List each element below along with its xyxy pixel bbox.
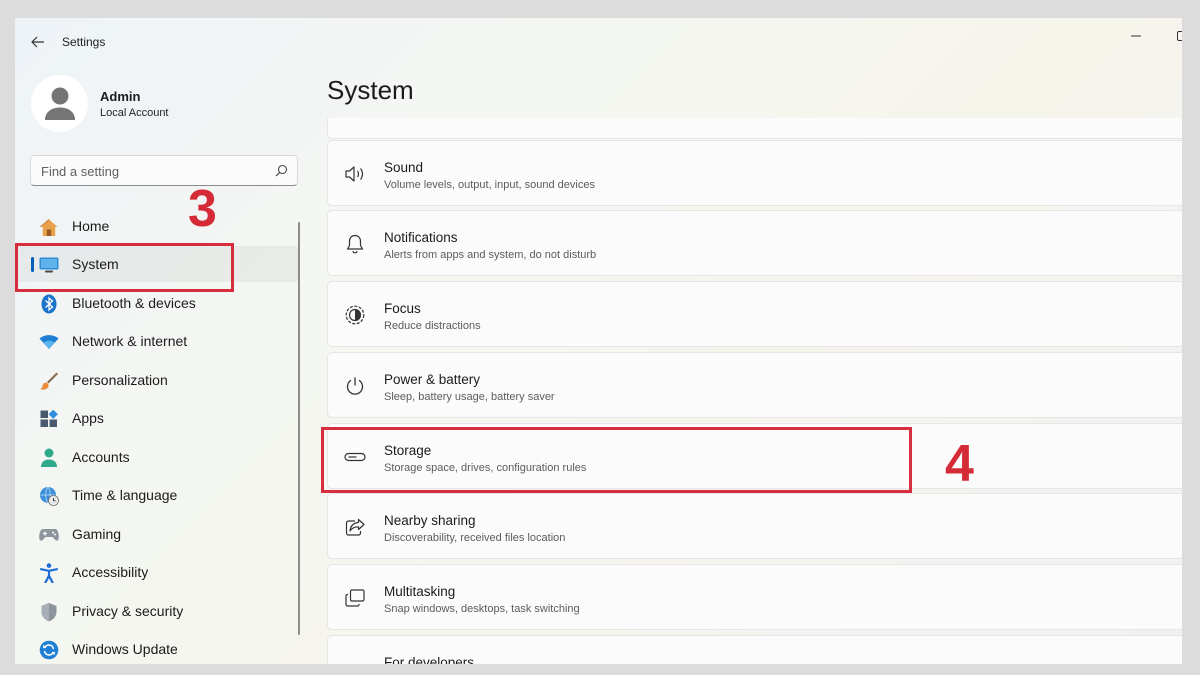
card-title: For developers [384, 655, 475, 664]
sidebar-item-label: Accessibility [72, 564, 149, 580]
sidebar-item-label: Bluetooth & devices [72, 295, 196, 311]
card-subtitle: Reduce distractions [384, 320, 481, 332]
settings-card-focus[interactable]: Focus Reduce distractions [327, 281, 1182, 347]
sidebar-item-label: Apps [72, 410, 104, 426]
card-title: Notifications [384, 230, 458, 245]
shield-icon [39, 602, 59, 622]
card-subtitle: Sleep, battery usage, battery saver [384, 391, 555, 403]
highlight-box-storage [321, 427, 912, 493]
gamepad-icon [39, 525, 59, 545]
window-title: Settings [62, 35, 106, 49]
card-title: Nearby sharing [384, 513, 476, 528]
bluetooth-icon [39, 294, 59, 314]
home-icon [39, 217, 59, 237]
card-title: Multitasking [384, 584, 456, 599]
search-icon[interactable] [275, 164, 288, 177]
share-icon [344, 516, 366, 538]
highlight-box-system [15, 243, 234, 292]
settings-card-partial[interactable] [327, 118, 1182, 139]
back-arrow-icon [31, 36, 44, 48]
card-subtitle: Discoverability, received files location [384, 532, 566, 544]
settings-card-nearby-sharing[interactable]: Nearby sharing Discoverability, received… [327, 493, 1182, 559]
back-button[interactable] [27, 31, 49, 53]
sidebar-item-label: Home [72, 218, 110, 234]
minimize-icon [1131, 35, 1141, 37]
sidebar-item-personalization[interactable]: Personalization [15, 362, 299, 398]
step-number-3: 3 [188, 180, 217, 238]
update-icon [39, 640, 59, 660]
page-title: System [327, 75, 414, 105]
maximize-button[interactable] [1167, 24, 1182, 48]
apps-icon [39, 409, 59, 429]
account-type: Local Account [100, 107, 169, 119]
sidebar-item-label: Privacy & security [72, 603, 184, 619]
wifi-icon [39, 332, 59, 352]
sidebar-item-label: Network & internet [72, 333, 188, 349]
card-subtitle: Snap windows, desktops, task switching [384, 603, 580, 615]
search-box [30, 155, 298, 187]
sidebar-item-network-internet[interactable]: Network & internet [15, 323, 299, 359]
step-number-4: 4 [945, 435, 974, 493]
brush-icon [39, 371, 59, 391]
card-subtitle: Alerts from apps and system, do not dist… [384, 249, 597, 261]
title-bar: Settings [15, 18, 1182, 66]
card-title: Focus [384, 301, 421, 316]
developer-icon [344, 658, 366, 664]
speaker-icon [344, 163, 366, 185]
user-name: Admin [100, 89, 141, 104]
bell-icon [344, 233, 366, 255]
settings-list: Sound Volume levels, output, input, soun… [327, 118, 1182, 664]
settings-card-notifications[interactable]: Notifications Alerts from apps and syste… [327, 210, 1182, 276]
sidebar-item-apps[interactable]: Apps [15, 400, 299, 436]
clock-globe-icon [39, 486, 59, 506]
sidebar-item-label: Windows Update [72, 641, 178, 657]
settings-card-power-battery[interactable]: Power & battery Sleep, battery usage, ba… [327, 352, 1182, 418]
sidebar-item-label: Accounts [72, 449, 130, 465]
settings-window: Settings Admin Local Account Home [15, 18, 1182, 664]
sidebar-item-label: Personalization [72, 372, 168, 388]
sidebar-item-label: Gaming [72, 526, 122, 542]
multitask-icon [344, 587, 366, 609]
sidebar-item-accessibility[interactable]: Accessibility [15, 554, 299, 590]
settings-card-sound[interactable]: Sound Volume levels, output, input, soun… [327, 140, 1182, 206]
card-title: Sound [384, 160, 424, 175]
card-subtitle: Volume levels, output, input, sound devi… [384, 179, 595, 191]
sidebar-item-time-language[interactable]: Time & language [15, 477, 299, 513]
power-icon [344, 375, 366, 397]
sidebar-item-home[interactable]: Home [15, 208, 299, 244]
card-title: Power & battery [384, 372, 481, 387]
sidebar-item-privacy-security[interactable]: Privacy & security [15, 593, 299, 629]
user-icon [44, 87, 75, 120]
sidebar-item-accounts[interactable]: Accounts [15, 439, 299, 475]
settings-card-multitasking[interactable]: Multitasking Snap windows, desktops, tas… [327, 564, 1182, 630]
sidebar-item-windows-update[interactable]: Windows Update [15, 631, 299, 664]
sidebar-item-gaming[interactable]: Gaming [15, 516, 299, 552]
maximize-icon [1177, 31, 1182, 41]
settings-card-for-developers[interactable]: For developers [327, 635, 1182, 664]
sidebar-scrollbar[interactable] [298, 222, 300, 635]
avatar[interactable] [31, 75, 88, 132]
accounts-icon [39, 448, 59, 468]
sidebar-item-label: Time & language [72, 487, 178, 503]
accessibility-icon [39, 563, 59, 583]
minimize-button[interactable] [1121, 24, 1151, 48]
search-input[interactable] [31, 156, 273, 187]
focus-icon [344, 304, 366, 326]
